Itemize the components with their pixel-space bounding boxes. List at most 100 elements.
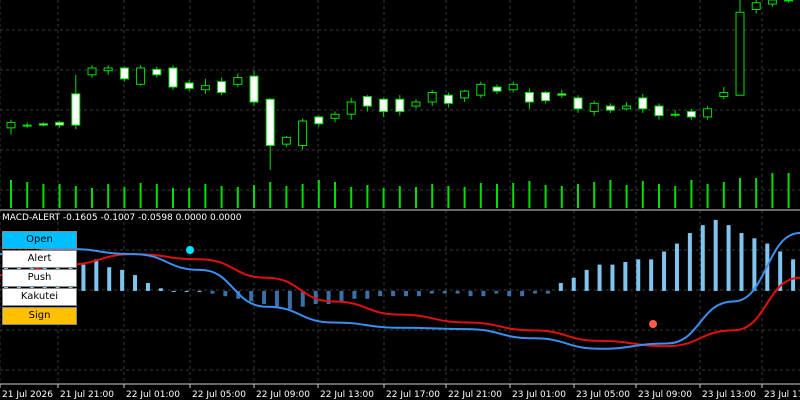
- candle-body: [200, 85, 210, 91]
- candle-body: [217, 81, 227, 93]
- candle-body: [767, 0, 777, 5]
- histogram-bar: [636, 259, 641, 291]
- candle-body: [184, 82, 194, 89]
- histogram-bar: [520, 290, 525, 297]
- time-label: 23 Jul 13:00: [702, 390, 756, 400]
- candle-body: [6, 121, 16, 129]
- histogram-bar: [558, 283, 563, 291]
- histogram-bar: [133, 275, 138, 291]
- candle-body: [784, 0, 794, 2]
- kakutei-button[interactable]: Kakutei: [2, 288, 77, 306]
- time-label: 23 Jul 01:00: [512, 390, 566, 400]
- time-label: 23 Jul 05:00: [576, 390, 630, 400]
- histogram-bar: [713, 219, 718, 291]
- candle-body: [686, 111, 696, 118]
- candle-body: [38, 123, 48, 126]
- histogram-bar: [81, 264, 86, 291]
- candle-body: [87, 67, 97, 76]
- candle-body: [751, 2, 761, 11]
- histogram-bar: [197, 290, 202, 292]
- candle-body: [136, 67, 146, 85]
- candle-body: [395, 98, 405, 113]
- trading-chart[interactable]: 21 Jul 2026 21 Jul 21:00 22 Jul 01:00 22 Ju…: [0, 0, 800, 400]
- cross-down-dot: [649, 320, 657, 328]
- open-button[interactable]: Open: [2, 231, 77, 249]
- candle-body: [524, 91, 534, 103]
- time-label: 22 Jul 09:00: [256, 390, 310, 400]
- candle-body: [427, 91, 437, 103]
- histogram-bar: [416, 290, 421, 297]
- candle-body: [460, 90, 470, 99]
- candle-body: [103, 67, 113, 72]
- histogram-bar: [468, 290, 473, 297]
- histogram-bar: [365, 290, 370, 299]
- time-label: 22 Jul 13:00: [320, 390, 374, 400]
- histogram-bar: [287, 290, 292, 310]
- histogram-bar: [94, 259, 99, 291]
- candle-body: [735, 11, 745, 96]
- histogram-bar: [352, 290, 357, 299]
- sign-button[interactable]: Sign: [2, 307, 77, 325]
- histogram-bar: [455, 290, 460, 294]
- candle-body: [22, 124, 32, 127]
- push-button[interactable]: Push: [2, 269, 77, 287]
- candle-body: [249, 75, 259, 103]
- histogram-bar: [171, 290, 176, 292]
- histogram-bar: [249, 290, 254, 302]
- time-label: 21 Jul 2026: [2, 390, 53, 400]
- histogram-bar: [545, 290, 550, 294]
- candle-body: [508, 83, 518, 91]
- candle-body: [55, 121, 65, 126]
- candle-body: [298, 120, 308, 147]
- histogram-bar: [120, 269, 125, 291]
- candle-body: [670, 113, 680, 116]
- histogram-bar: [339, 290, 344, 302]
- time-label: 22 Jul 17:00: [386, 390, 440, 400]
- histogram-bar: [739, 233, 744, 291]
- candle-body: [638, 97, 648, 110]
- candle-body: [589, 102, 599, 113]
- candle-body: [605, 105, 615, 111]
- candle-body: [541, 91, 551, 102]
- histogram-bar: [700, 225, 705, 291]
- candle-body: [265, 98, 275, 147]
- histogram-bar: [597, 264, 602, 291]
- indicator-label: MACD-ALERT -0.1605 -0.1007 -0.0598 0.000…: [2, 213, 242, 223]
- candle-body: [703, 108, 713, 118]
- candle-body: [119, 67, 129, 80]
- candle-body: [152, 68, 162, 76]
- cross-up-dot: [186, 246, 194, 254]
- histogram-bar: [184, 290, 189, 292]
- time-label: 22 Jul 21:00: [448, 390, 502, 400]
- histogram-bar: [610, 264, 615, 291]
- candle-body: [71, 93, 81, 126]
- candle-body: [719, 91, 729, 98]
- time-label: 21 Jul 21:00: [60, 390, 114, 400]
- candle-body: [443, 94, 453, 104]
- candle-body: [314, 116, 324, 125]
- histogram-bar: [662, 251, 667, 291]
- time-label: 22 Jul 01:00: [126, 390, 180, 400]
- candle-body: [476, 83, 486, 96]
- histogram-bar: [494, 290, 499, 294]
- candle-body: [168, 67, 178, 88]
- time-label: 23 Jul 17:00: [764, 390, 800, 400]
- control-buttons: Open Alert Push Kakutei Sign: [2, 231, 78, 326]
- alert-button[interactable]: Alert: [2, 250, 77, 268]
- candle-body: [622, 105, 632, 110]
- candle-body: [654, 105, 664, 117]
- histogram-bar: [687, 233, 692, 291]
- candle-body: [346, 101, 356, 115]
- histogram-bar: [145, 283, 150, 291]
- histogram-bar: [378, 290, 383, 297]
- histogram-bar: [674, 243, 679, 291]
- histogram-bar: [584, 269, 589, 291]
- histogram-bar: [391, 290, 396, 297]
- histogram-bar: [223, 290, 228, 297]
- histogram-bar: [481, 290, 486, 297]
- histogram-bar: [752, 238, 757, 291]
- time-label: 22 Jul 05:00: [192, 390, 246, 400]
- histogram-bar: [107, 267, 112, 291]
- candle-body: [233, 77, 243, 85]
- candle-body: [330, 113, 340, 119]
